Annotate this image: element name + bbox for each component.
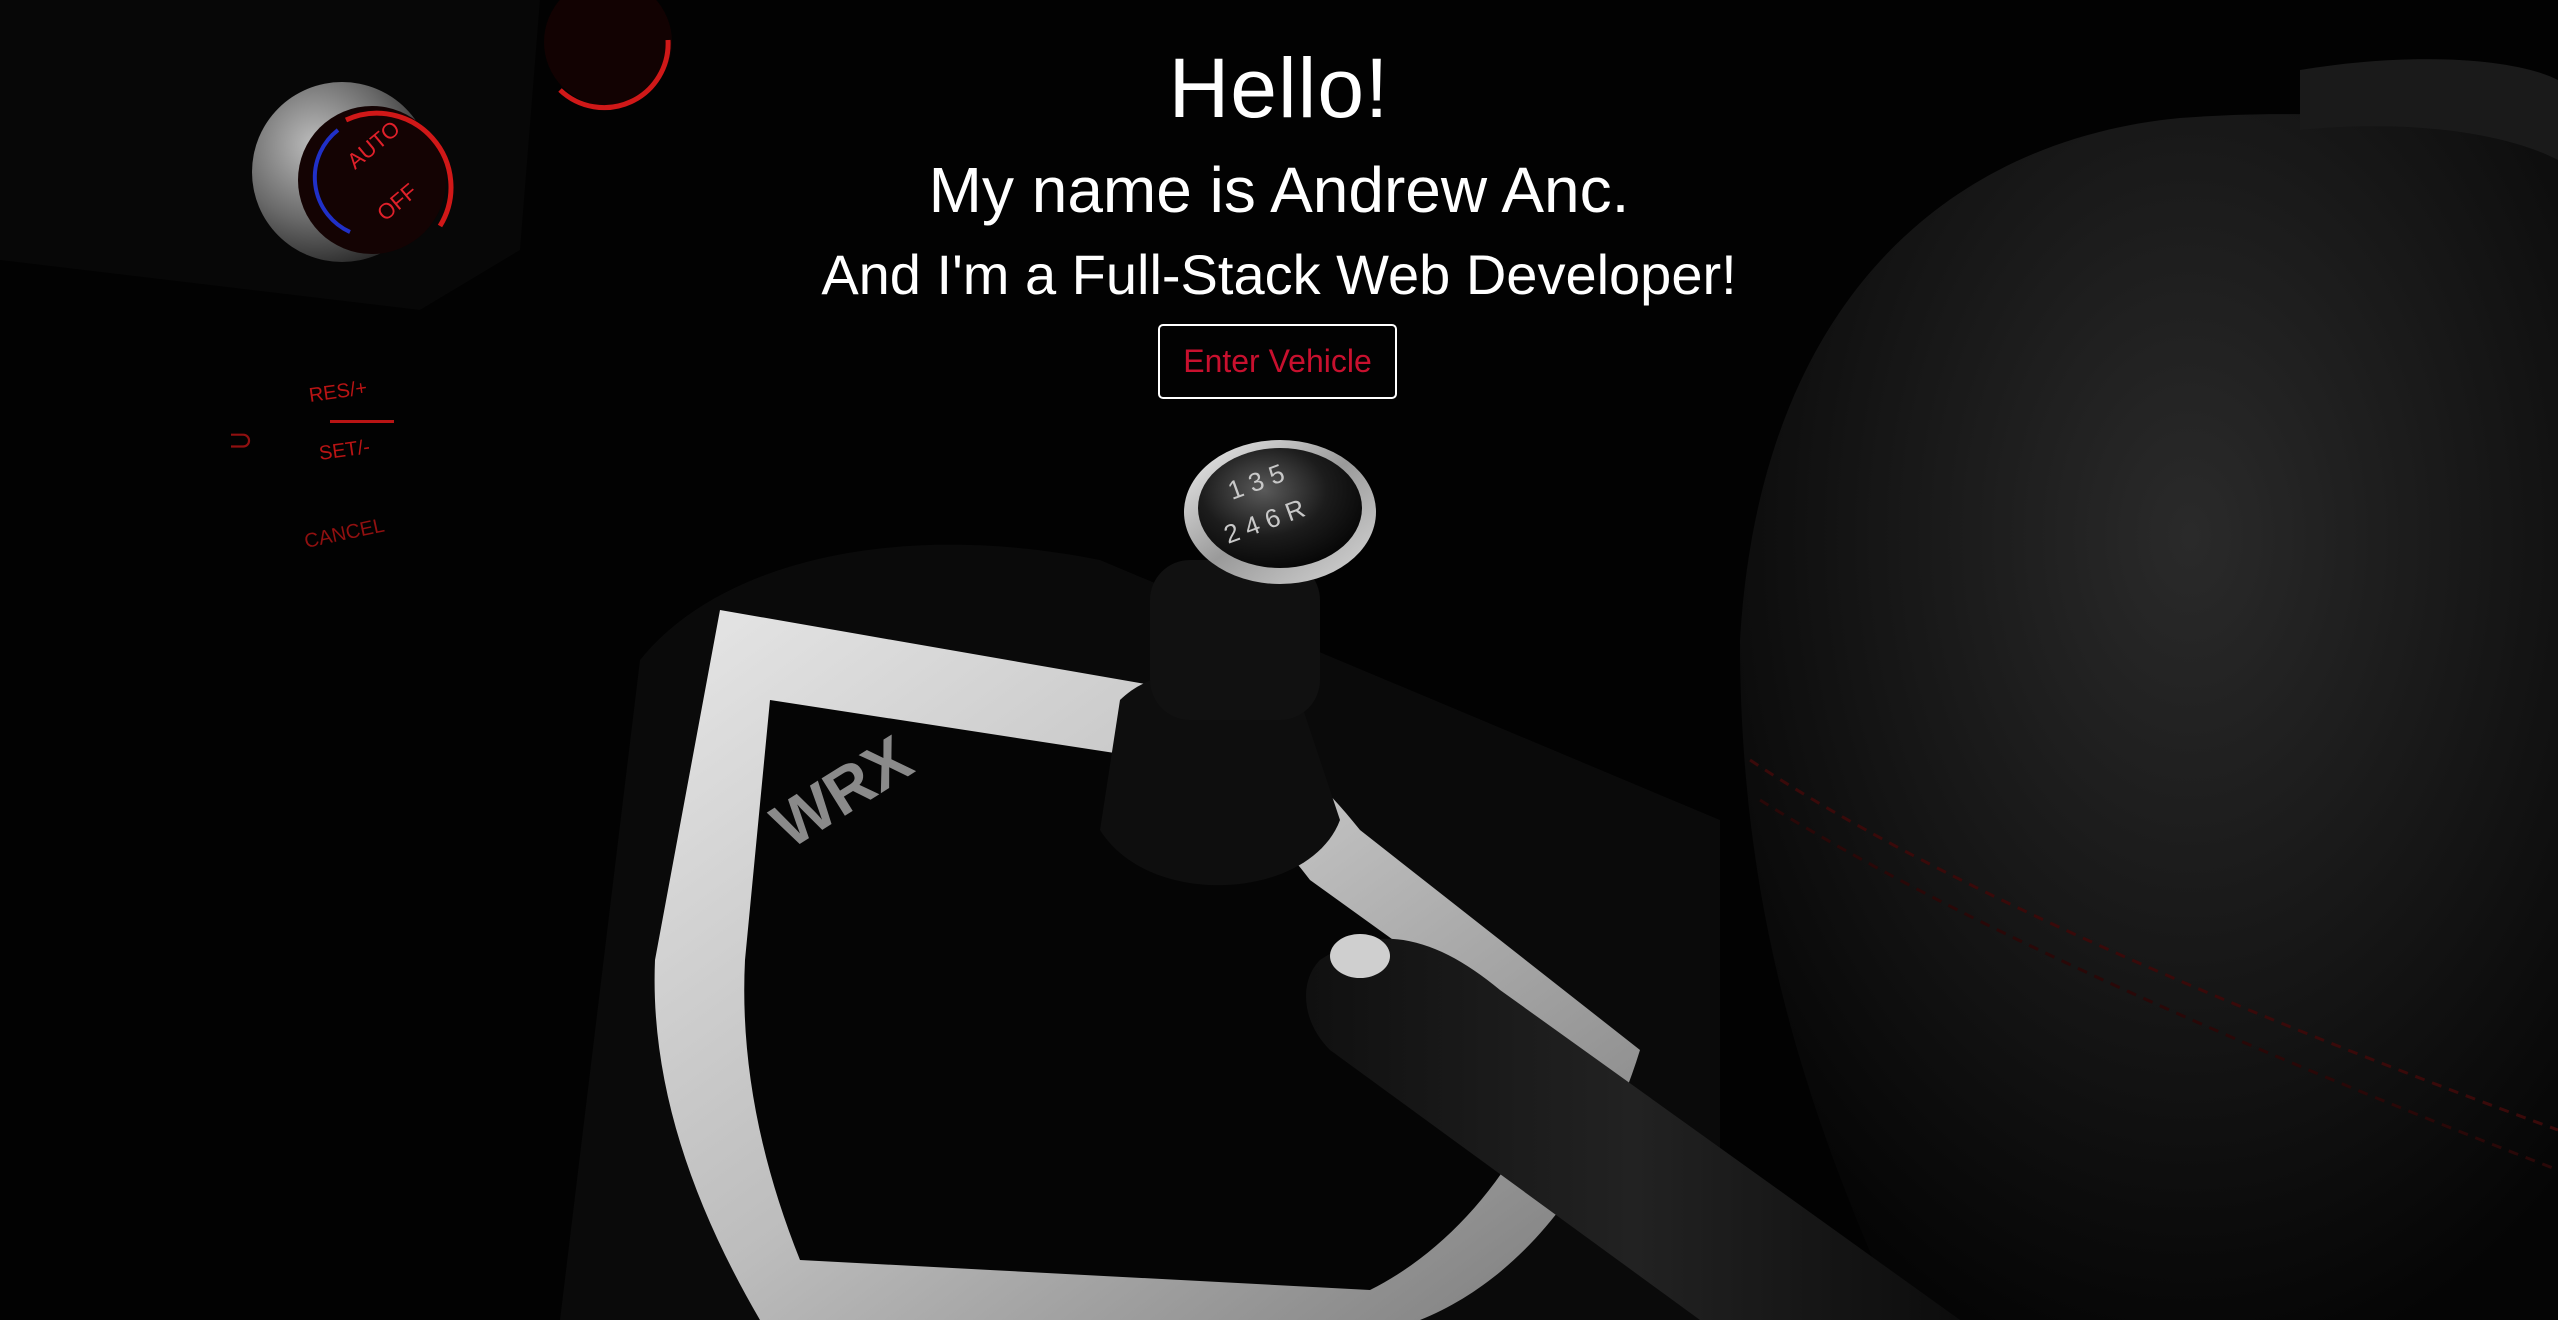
enter-vehicle-button[interactable]: Enter Vehicle [1158,324,1397,399]
cruise-icon: ⊃ [228,424,253,457]
name-heading: My name is Andrew Anc. [928,154,1630,226]
greeting-heading: Hello! [1168,41,1390,135]
hero-section: WRX 1 3 5 2 4 6 R AUTO OFF RES/+ SET/- C… [0,0,2558,1320]
role-heading: And I'm a Full-Stack Web Developer! [821,243,1737,306]
